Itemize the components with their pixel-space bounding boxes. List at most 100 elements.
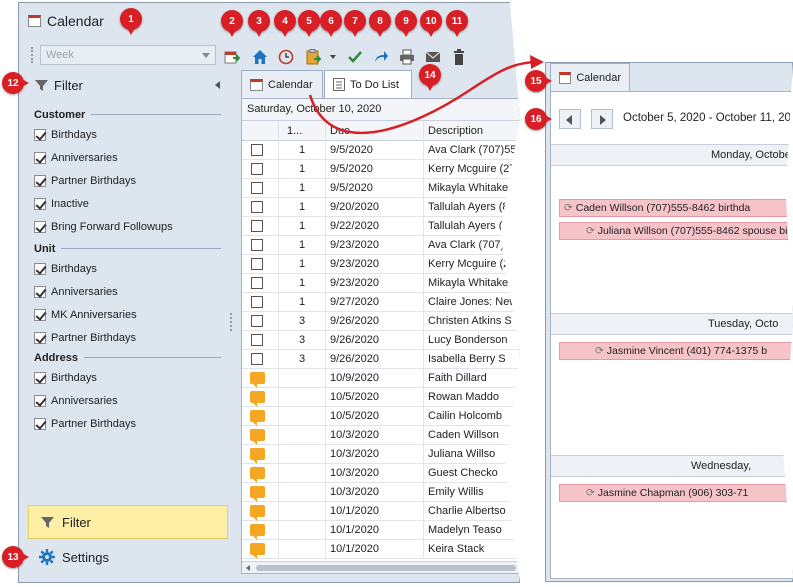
- filter-option[interactable]: Anniversaries: [34, 280, 221, 303]
- table-row[interactable]: 10/3/2020 Guest Checko: [242, 464, 520, 483]
- row-checkbox[interactable]: [251, 239, 263, 251]
- table-row[interactable]: 10/3/2020 Emily Willis: [242, 483, 520, 502]
- filter-option[interactable]: Bring Forward Followups: [34, 215, 221, 238]
- collapse-arrow-icon[interactable]: [215, 81, 220, 89]
- appointment[interactable]: ⟳ Jasmine Vincent (401) 774-1375 b: [559, 342, 793, 360]
- table-row[interactable]: 1 9/22/2020 Tallulah Ayers (897): [242, 217, 520, 236]
- filter-option[interactable]: Partner Birthdays: [34, 169, 221, 192]
- table-row[interactable]: 1 9/23/2020 Mikayla Whitaker: [242, 274, 520, 293]
- checkbox[interactable]: [34, 197, 46, 210]
- filter-option[interactable]: Birthdays: [34, 123, 221, 146]
- filter-option[interactable]: Partner Birthdays: [34, 326, 221, 349]
- table-row[interactable]: 10/5/2020 Cailin Holcomb: [242, 407, 520, 426]
- row-checkbox[interactable]: [251, 144, 263, 156]
- row-status-cell[interactable]: [242, 464, 279, 483]
- filter-option[interactable]: MK Anniversaries: [34, 303, 221, 326]
- checkbox[interactable]: [34, 285, 46, 298]
- view-select[interactable]: Week: [40, 45, 216, 65]
- table-row[interactable]: 10/1/2020 Madelyn Teaso: [242, 521, 520, 540]
- row-status-cell[interactable]: [242, 521, 279, 540]
- scrollbar-thumb[interactable]: [256, 565, 516, 571]
- splitter-grip[interactable]: [230, 313, 233, 331]
- row-checkbox[interactable]: [251, 163, 263, 175]
- table-row[interactable]: 10/5/2020 Rowan Maddo: [242, 388, 520, 407]
- table-row[interactable]: 3 9/26/2020 Lucy Bonderson: [242, 331, 520, 350]
- home-button[interactable]: [251, 48, 269, 66]
- checkbox[interactable]: [34, 394, 46, 407]
- checkbox[interactable]: [34, 308, 46, 321]
- row-checkbox[interactable]: [251, 201, 263, 213]
- filter-option[interactable]: Birthdays: [34, 257, 221, 280]
- row-status-cell[interactable]: [242, 217, 279, 236]
- row-status-cell[interactable]: [242, 502, 279, 521]
- row-checkbox[interactable]: [251, 315, 263, 327]
- row-status-cell[interactable]: [242, 274, 279, 293]
- history-button[interactable]: [277, 48, 295, 66]
- scroll-left-icon[interactable]: [246, 565, 250, 571]
- checkbox[interactable]: [34, 128, 46, 141]
- row-status-cell[interactable]: [242, 540, 279, 559]
- table-row[interactable]: 10/3/2020 Caden Willson: [242, 426, 520, 445]
- table-row[interactable]: 1 9/5/2020 Mikayla Whitaker (66: [242, 179, 520, 198]
- row-status-cell[interactable]: [242, 350, 279, 369]
- filter-option[interactable]: Anniversaries: [34, 389, 221, 412]
- appointment[interactable]: ⟳ Jasmine Chapman (906) 303-71: [559, 484, 793, 502]
- checkbox[interactable]: [34, 174, 46, 187]
- filter-option[interactable]: Inactive: [34, 192, 221, 215]
- table-row[interactable]: 1 9/23/2020 Kerry Mcguire (277: [242, 255, 520, 274]
- table-row[interactable]: 10/3/2020 Juliana Willso: [242, 445, 520, 464]
- row-status-cell[interactable]: [242, 407, 279, 426]
- checkbox[interactable]: [34, 220, 46, 233]
- row-checkbox[interactable]: [251, 353, 263, 365]
- row-checkbox[interactable]: [251, 334, 263, 346]
- row-status-cell[interactable]: [242, 426, 279, 445]
- filter-button[interactable]: Filter: [28, 505, 228, 539]
- checkbox[interactable]: [34, 151, 46, 164]
- table-row[interactable]: 1 9/23/2020 Ava Clark (707)555: [242, 236, 520, 255]
- next-week-button[interactable]: [591, 109, 613, 129]
- row-status-cell[interactable]: [242, 236, 279, 255]
- row-checkbox[interactable]: [251, 220, 263, 232]
- row-status-cell[interactable]: [242, 331, 279, 350]
- row-status-cell[interactable]: [242, 255, 279, 274]
- appointment[interactable]: ⟳ Caden Willson (707)555-8462 birthda: [559, 199, 793, 217]
- table-row[interactable]: 10/1/2020 Charlie Albertso: [242, 502, 520, 521]
- table-row[interactable]: 3 9/26/2020 Christen Atkins S: [242, 312, 520, 331]
- row-status-cell[interactable]: [242, 160, 279, 179]
- tab-calendar-view[interactable]: Calendar: [550, 63, 630, 91]
- checkbox[interactable]: [34, 262, 46, 275]
- row-status-cell[interactable]: [242, 179, 279, 198]
- row-status-cell[interactable]: [242, 312, 279, 331]
- table-row[interactable]: 10/1/2020 Keira Stack: [242, 540, 520, 559]
- row-status-cell[interactable]: [242, 293, 279, 312]
- row-checkbox[interactable]: [251, 258, 263, 270]
- toolbar-grip[interactable]: [31, 47, 34, 63]
- row-checkbox[interactable]: [251, 277, 263, 289]
- row-status-cell[interactable]: [242, 483, 279, 502]
- table-row[interactable]: 1 9/20/2020 Tallulah Ayers (897): [242, 198, 520, 217]
- appointment[interactable]: ⟳ Juliana Willson (707)555-8462 spouse b…: [559, 222, 793, 240]
- settings-link[interactable]: Settings: [39, 549, 109, 565]
- table-row[interactable]: 1 9/27/2020 Claire Jones: New: [242, 293, 520, 312]
- table-row[interactable]: 3 9/26/2020 Isabella Berry S: [242, 350, 520, 369]
- horizontal-scrollbar[interactable]: [242, 561, 520, 573]
- row-status-cell[interactable]: [242, 388, 279, 407]
- filter-option[interactable]: Birthdays: [34, 366, 221, 389]
- checkbox[interactable]: [34, 371, 46, 384]
- row-checkbox[interactable]: [251, 296, 263, 308]
- table-row[interactable]: 10/9/2020 Faith Dillard: [242, 369, 520, 388]
- checkbox[interactable]: [34, 331, 46, 344]
- row-status-cell[interactable]: [242, 369, 279, 388]
- prev-week-button[interactable]: [559, 109, 581, 129]
- row-status-cell[interactable]: [242, 445, 279, 464]
- checkbox[interactable]: [34, 417, 46, 430]
- row-status-cell[interactable]: [242, 141, 279, 160]
- export-calendar-button[interactable]: [223, 48, 241, 66]
- col-header-check[interactable]: [242, 121, 279, 141]
- filter-option[interactable]: Partner Birthdays: [34, 412, 221, 435]
- row-checkbox[interactable]: [251, 182, 263, 194]
- filter-header[interactable]: Filter: [35, 75, 220, 95]
- row-status-cell[interactable]: [242, 198, 279, 217]
- filter-option[interactable]: Anniversaries: [34, 146, 221, 169]
- table-row[interactable]: 1 9/5/2020 Kerry Mcguire (277): [242, 160, 520, 179]
